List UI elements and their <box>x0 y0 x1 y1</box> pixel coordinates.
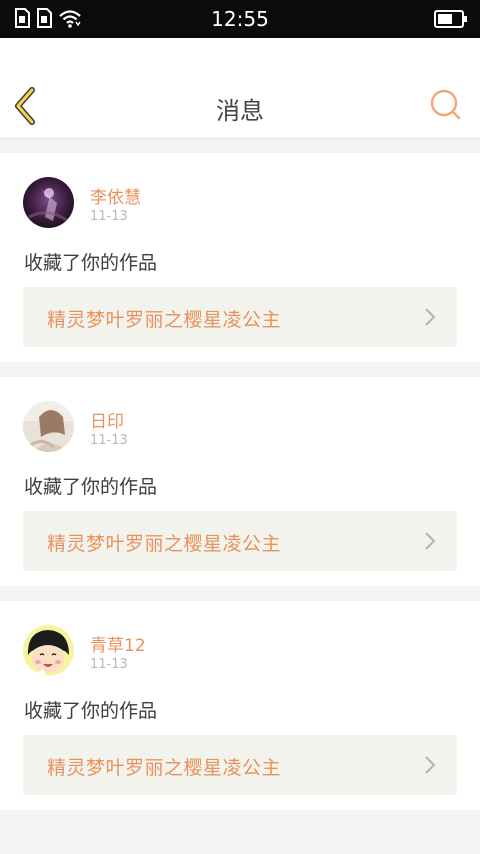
notification-date: 11-13 <box>90 209 128 224</box>
chevron-right-icon <box>423 755 437 775</box>
chevron-right-icon <box>423 307 437 327</box>
username[interactable]: 日印 <box>90 407 124 432</box>
avatar[interactable] <box>23 177 74 228</box>
chevron-right-icon <box>423 531 437 551</box>
work-link[interactable]: 精灵梦叶罗丽之樱星凌公主 <box>23 511 457 571</box>
notification-action-text: 收藏了你的作品 <box>24 700 158 722</box>
search-icon <box>430 89 462 126</box>
notification-date: 11-13 <box>90 657 128 672</box>
clock: 12:55 <box>211 7 269 31</box>
notification-list: 李依慧 11-13 收藏了你的作品 精灵梦叶罗丽之樱星凌公主 日印 11-13 … <box>0 153 480 825</box>
status-bar: 12:55 <box>0 0 480 38</box>
notification-card: 李依慧 11-13 收藏了你的作品 精灵梦叶罗丽之樱星凌公主 <box>0 153 480 362</box>
app-header: 消息 <box>0 38 480 139</box>
avatar[interactable] <box>23 625 74 676</box>
work-title: 精灵梦叶罗丽之樱星凌公主 <box>47 309 282 331</box>
work-link[interactable]: 精灵梦叶罗丽之樱星凌公主 <box>23 287 457 347</box>
avatar[interactable] <box>23 401 74 452</box>
notification-action-text: 收藏了你的作品 <box>24 252 158 274</box>
search-button[interactable] <box>430 88 462 122</box>
notification-action-text: 收藏了你的作品 <box>24 476 158 498</box>
work-title: 精灵梦叶罗丽之樱星凌公主 <box>47 757 282 779</box>
battery-icon <box>434 9 468 33</box>
notification-card: 日印 11-13 收藏了你的作品 精灵梦叶罗丽之樱星凌公主 <box>0 377 480 586</box>
notification-date: 11-13 <box>90 433 128 448</box>
username[interactable]: 李依慧 <box>90 183 141 208</box>
page-title: 消息 <box>216 97 264 125</box>
work-link[interactable]: 精灵梦叶罗丽之樱星凌公主 <box>23 735 457 795</box>
notification-card: 青草12 11-13 收藏了你的作品 精灵梦叶罗丽之樱星凌公主 <box>0 601 480 810</box>
work-title: 精灵梦叶罗丽之樱星凌公主 <box>47 533 282 555</box>
username[interactable]: 青草12 <box>90 631 146 656</box>
